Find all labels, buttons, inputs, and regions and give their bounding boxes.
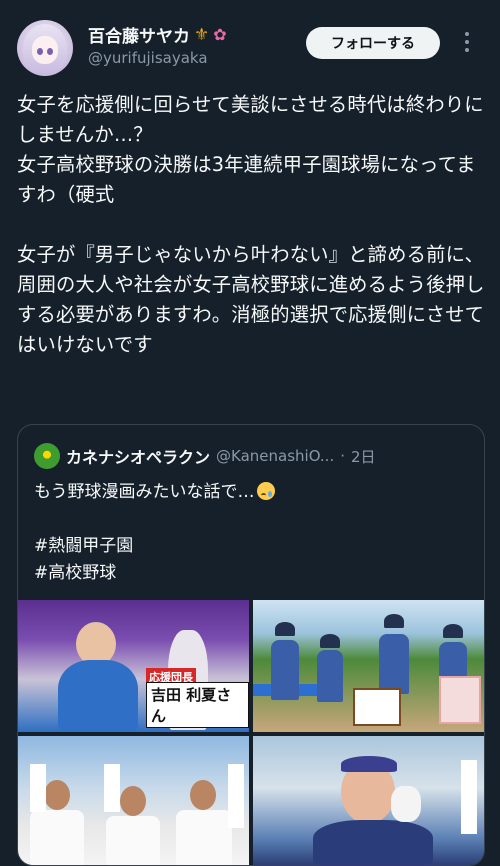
tweet-text: 女子を応援側に回らせて美談にさせる時代は終わりにしませんか…？ 女子高校野球の決… — [17, 93, 485, 356]
person-body — [58, 660, 138, 732]
certificate-pink — [439, 676, 481, 724]
player-cap — [384, 614, 404, 628]
player-head — [44, 780, 70, 810]
player-uniform — [271, 640, 299, 700]
player-head — [120, 786, 146, 816]
player-cap — [443, 624, 463, 638]
quote-handle: @KanenashiO... — [216, 447, 335, 465]
quoted-tweet[interactable]: カネナシオペラクン @KanenashiO... · 2日 もう野球漫画みたいな… — [17, 424, 485, 866]
white-glove — [391, 786, 421, 822]
avatar-face — [32, 36, 58, 64]
name-caption — [461, 760, 477, 834]
player-uniform — [176, 810, 232, 865]
hashtag-link[interactable]: #熱闘甲子園 — [34, 536, 133, 556]
player-uniform — [106, 816, 160, 865]
certificate — [353, 688, 401, 726]
team-photo-image[interactable] — [253, 600, 484, 732]
player-cap — [275, 622, 295, 636]
crying-girl-image[interactable] — [253, 736, 484, 865]
quote-header: カネナシオペラクン @KanenashiO... · 2日 — [34, 443, 474, 469]
author-avatar[interactable] — [17, 20, 73, 76]
player-head — [190, 780, 216, 810]
headband — [341, 756, 397, 772]
more-vertical-icon[interactable] — [462, 32, 472, 52]
fleur-de-lis-icon: ⚜ — [194, 24, 210, 45]
avatar-eye-right — [47, 48, 53, 55]
flower-icon: ✿ — [213, 25, 227, 44]
quote-text: もう野球漫画みたいな話で… #熱闘甲子園 #高校野球 — [34, 479, 474, 587]
quote-display-name: カネナシオペラクン — [66, 448, 211, 467]
quote-author-avatar — [34, 443, 60, 469]
quote-media-grid: 応援団長 吉田 利夏さん — [18, 600, 484, 865]
name-caption — [228, 764, 244, 828]
player-uniform — [317, 650, 343, 702]
quote-separator: · — [340, 447, 345, 465]
player-uniform — [379, 634, 409, 694]
follow-button[interactable]: フォローする — [306, 27, 440, 59]
name-caption — [104, 764, 120, 812]
quote-timestamp[interactable]: 2日 — [351, 446, 376, 467]
name-caption — [30, 764, 46, 812]
author-handle[interactable]: @yurifujisayaka — [88, 49, 208, 67]
crying-face-icon — [256, 482, 275, 500]
player-cap — [320, 634, 340, 648]
player-uniform — [30, 810, 84, 865]
three-players-image[interactable] — [18, 736, 249, 865]
avatar-eye-left — [37, 48, 43, 55]
cheering-girl-image[interactable]: 応援団長 吉田 利夏さん — [18, 600, 249, 732]
author-name-row[interactable]: 百合藤サヤカ ⚜ ✿ — [88, 22, 227, 48]
person-body — [313, 820, 433, 865]
hashtag-link[interactable]: #高校野球 — [34, 563, 116, 583]
caption-name: 吉田 利夏さん — [146, 682, 249, 728]
quote-text-line: もう野球漫画みたいな話で… — [34, 482, 255, 502]
author-display-name[interactable]: 百合藤サヤカ — [88, 22, 190, 47]
